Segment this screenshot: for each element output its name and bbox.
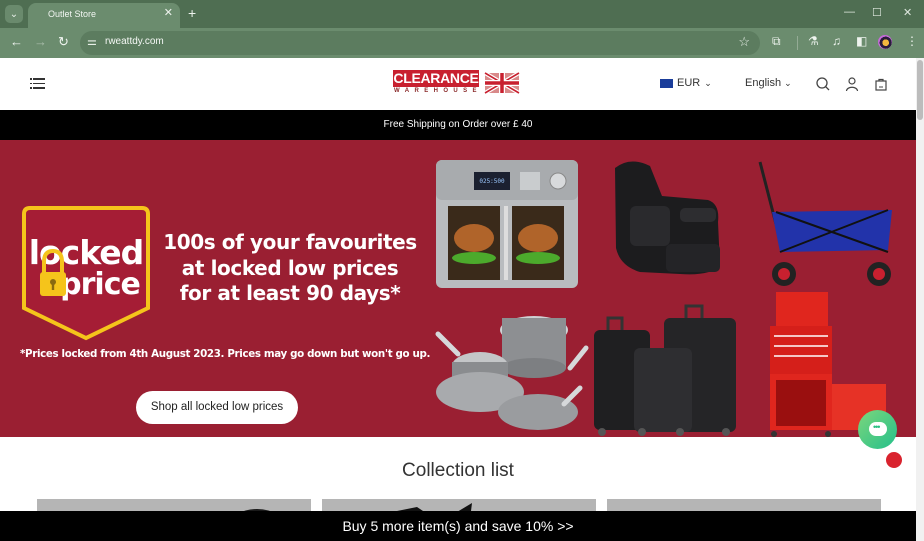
svg-text:025:500: 025:500	[479, 178, 505, 185]
language-selector[interactable]: English ⌄	[745, 77, 792, 89]
headline-line: at locked low prices	[181, 255, 399, 280]
browser-toolbar: ← → ↻ ⚌ rweattdy.com ☆ ⧉ ⚗ ♫ ◧ ⋮	[0, 28, 924, 58]
address-bar[interactable]: ⚌ rweattdy.com ☆	[80, 31, 760, 55]
language-label: English	[745, 77, 782, 89]
headline-line: 100s of your favourites	[163, 230, 417, 254]
minimize-button[interactable]: —	[844, 6, 855, 18]
chevron-down-icon: ⌄	[784, 78, 792, 88]
tab-list-button[interactable]: ⌄	[5, 5, 23, 23]
close-icon[interactable]: ✕	[164, 6, 173, 19]
chevron-down-icon: ⌄	[9, 8, 19, 20]
shop-locked-prices-button[interactable]: Shop all locked low prices	[136, 391, 298, 424]
help-badge-icon[interactable]	[886, 452, 902, 468]
site-header: CLEARANCE WAREHOUSE EUR ⌄ English ⌄	[0, 58, 916, 110]
union-jack-icon	[483, 71, 521, 95]
air-fryer-image: 025:500	[436, 160, 578, 288]
close-window-button[interactable]: ✕	[903, 6, 912, 19]
recliner-chair-image	[615, 161, 720, 275]
puzzle-icon[interactable]: ⧉	[772, 34, 781, 49]
headline-line: for at least 90 days*	[179, 281, 401, 305]
toolbar-divider	[797, 36, 798, 50]
hamburger-menu-icon[interactable]	[30, 78, 45, 90]
logo-subtext: WAREHOUSE	[394, 88, 482, 94]
search-icon[interactable]	[815, 76, 831, 92]
luggage-set-image	[594, 304, 736, 436]
cookware-set-image	[435, 316, 589, 430]
star-icon[interactable]: ☆	[738, 34, 750, 50]
folding-wagon-image	[758, 161, 892, 286]
currency-selector[interactable]: EUR ⌄	[660, 77, 712, 89]
media-control-icon[interactable]: ♫	[832, 34, 841, 48]
url-text[interactable]: rweattdy.com	[105, 36, 164, 47]
page-scrollbar[interactable]	[916, 58, 924, 541]
chevron-down-icon: ⌄	[704, 77, 712, 88]
scrollbar-thumb[interactable]	[917, 60, 923, 120]
flask-icon[interactable]: ⚗	[808, 34, 819, 48]
site-logo[interactable]: CLEARANCE WAREHOUSE	[393, 70, 523, 98]
tab-title: Outlet Store	[48, 9, 97, 19]
account-icon[interactable]	[844, 76, 860, 92]
side-panel-icon[interactable]: ◧	[856, 34, 867, 48]
eu-flag-icon	[660, 78, 673, 88]
tune-icon[interactable]: ⚌	[87, 35, 97, 48]
forward-button[interactable]: →	[34, 34, 47, 49]
tab-outlet-store[interactable]: Outlet Store ✕	[28, 3, 180, 28]
badge-word-price: price	[60, 267, 140, 302]
collection-list-title: Collection list	[402, 460, 514, 481]
maximize-button[interactable]: ☐	[872, 6, 882, 19]
hero-headline: 100s of your favourites at locked low pr…	[160, 230, 420, 307]
logo-text: CLEARANCE	[393, 70, 479, 87]
cart-bag-icon[interactable]	[873, 76, 889, 92]
hero-disclaimer: *Prices locked from 4th August 2023. Pri…	[20, 348, 431, 360]
announcement-bar: Free Shipping on Order over £ 40	[0, 110, 916, 140]
tab-strip: ⌄ Outlet Store ✕ + — ☐ ✕	[0, 0, 924, 28]
web-page: CLEARANCE WAREHOUSE EUR ⌄ English ⌄ Free…	[0, 58, 916, 541]
chat-widget-button[interactable]: •••	[858, 410, 897, 449]
locked-price-badge: locked price	[22, 206, 150, 341]
kebab-icon[interactable]: ⋮	[906, 34, 918, 48]
hero-banner[interactable]: locked price 100s of your favourites at …	[0, 140, 916, 437]
bundle-promo-bar[interactable]: Buy 5 more item(s) and save 10% >>	[0, 511, 916, 541]
chat-bubble-icon: •••	[869, 422, 887, 436]
currency-label: EUR	[677, 77, 701, 89]
profile-avatar[interactable]	[878, 35, 892, 49]
product-collage: 025:500	[435, 160, 892, 437]
reload-button[interactable]: ↻	[58, 34, 69, 50]
browser-window: ⌄ Outlet Store ✕ + — ☐ ✕ ← → ↻ ⚌ rweattd…	[0, 0, 924, 541]
new-tab-button[interactable]: +	[188, 5, 196, 21]
back-button[interactable]: ←	[10, 34, 23, 49]
